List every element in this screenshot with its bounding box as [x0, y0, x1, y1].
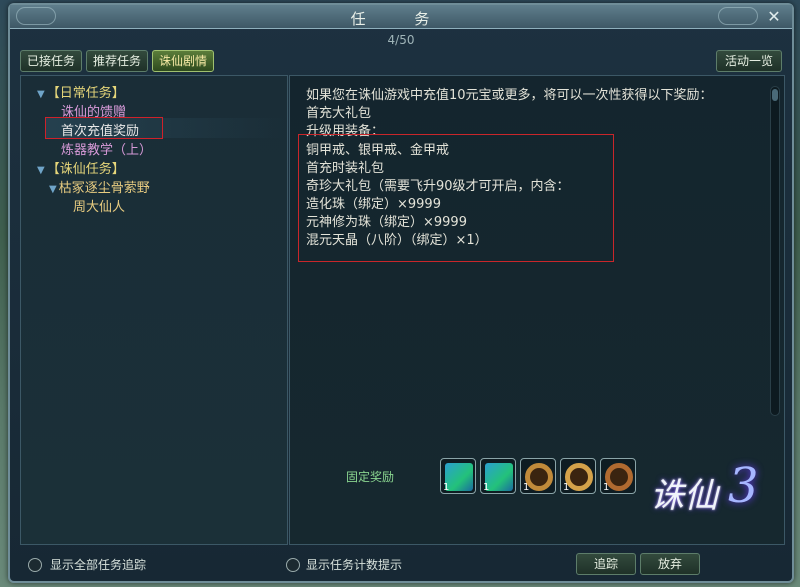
count-hint-checkbox[interactable] — [286, 558, 300, 572]
scroll-thumb[interactable] — [772, 89, 778, 101]
bottom-bar: 显示全部任务追踪 显示任务计数提示 追踪 放弃 — [10, 549, 792, 583]
reward-slot[interactable]: 1 — [600, 458, 636, 494]
collapse-triangle-icon[interactable]: ▼ — [49, 184, 57, 195]
item-count: 1 — [483, 482, 490, 493]
item-count: 1 — [523, 482, 530, 493]
tree-item-refining[interactable]: 炼器教学（上） — [61, 139, 152, 158]
logo-number: 3 — [728, 458, 759, 514]
annotation-box — [45, 117, 163, 139]
tab-accepted[interactable]: 已接任务 — [20, 50, 83, 72]
task-window: 任 务 ✕ 4/50 已接任务 推荐任务 诛仙剧情 活动一览 ▼ 【日常任务】 诛… — [8, 3, 794, 583]
reward-slot[interactable]: 1 — [560, 458, 596, 494]
tree-category-daily[interactable]: ▼ 【日常任务】 — [37, 82, 125, 101]
track-all-checkbox[interactable] — [28, 558, 42, 572]
tree-category-main[interactable]: ▼ 【诛仙任务】 — [37, 158, 125, 177]
collapse-triangle-icon[interactable]: ▼ — [37, 89, 45, 100]
tab-recommended[interactable]: 推荐任务 — [86, 50, 149, 72]
category-label: 【日常任务】 — [46, 86, 125, 101]
reward-slot[interactable]: 1 — [480, 458, 516, 494]
game-logo: 诛仙 3 — [650, 458, 770, 530]
count-hint-label: 显示任务计数提示 — [306, 558, 403, 572]
close-icon[interactable]: ✕ — [764, 7, 784, 26]
tab-bar: 已接任务 推荐任务 诛仙剧情 — [20, 50, 215, 72]
desc-line: 首充大礼包 — [306, 106, 372, 121]
task-detail-panel: 如果您在诛仙游戏中充值10元宝或更多，将可以一次性获得以下奖励： 首充大礼包 升… — [289, 75, 785, 545]
collapse-triangle-icon[interactable]: ▼ — [37, 165, 45, 176]
logo-text: 诛仙 — [650, 476, 718, 516]
item-count: 1 — [603, 482, 610, 493]
fixed-reward-label: 固定奖励 — [346, 470, 395, 484]
tree-subcategory[interactable]: ▼ 枯冢逐尘骨萦野 — [49, 177, 150, 196]
desc-line: 如果您在诛仙游戏中充值10元宝或更多，将可以一次性获得以下奖励： — [306, 88, 713, 103]
track-button[interactable]: 追踪 — [576, 553, 636, 575]
page-count: 4/50 — [387, 33, 415, 47]
description-scrollbar[interactable] — [770, 86, 780, 416]
item-count: 1 — [443, 482, 450, 493]
subcategory-label: 枯冢逐尘骨萦野 — [58, 181, 150, 196]
reward-slot[interactable]: 1 — [440, 458, 476, 494]
abandon-button[interactable]: 放弃 — [640, 553, 700, 575]
activity-list-button[interactable]: 活动一览 — [715, 50, 782, 72]
title-bar[interactable]: 任 务 ✕ — [10, 5, 792, 29]
right-ornament-icon — [718, 7, 758, 25]
track-all-label: 显示全部任务追踪 — [50, 558, 147, 572]
task-tree-panel: ▼ 【日常任务】 诛仙的馈赠 首次充值奖励 炼器教学（上） ▼ 【诛仙任务】 ▼ 枯冢… — [20, 75, 288, 545]
item-count: 1 — [563, 482, 570, 493]
window-title: 任 务 — [350, 10, 452, 28]
reward-slot[interactable]: 1 — [520, 458, 556, 494]
tab-story[interactable]: 诛仙剧情 — [152, 50, 215, 72]
annotation-box — [298, 134, 614, 262]
tree-item-zhou[interactable]: 周大仙人 — [73, 196, 125, 215]
category-label: 【诛仙任务】 — [46, 162, 125, 177]
